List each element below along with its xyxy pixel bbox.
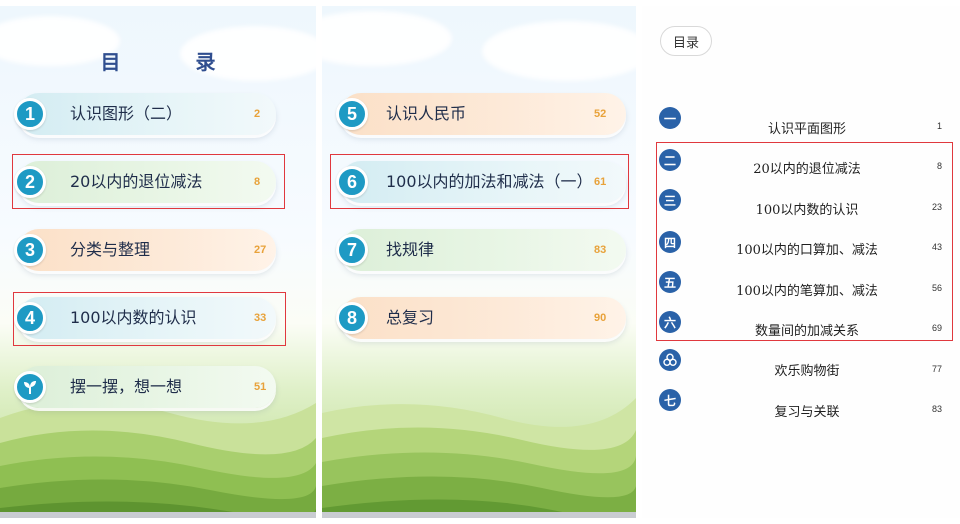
toc-entry-page: 83 xyxy=(594,244,607,256)
highlight-box xyxy=(12,154,285,209)
highlight-box xyxy=(330,154,629,209)
highlight-box xyxy=(656,142,953,341)
toc-entry-7[interactable]: 7 找规律 83 xyxy=(336,229,626,271)
cloud-decoration xyxy=(322,11,452,66)
toc-entry-5[interactable]: 5 认识人民币 52 xyxy=(336,93,626,135)
page-edge xyxy=(322,512,636,518)
toc-entry-page: 2 xyxy=(254,108,261,120)
chapter-number-badge: 7 xyxy=(336,234,368,266)
toc-entry-label: 认识图形（二） xyxy=(70,104,183,123)
toc-entry-label[interactable]: 欢乐购物街 xyxy=(682,360,932,379)
cloud-decoration xyxy=(482,21,636,81)
toc-entry-page: 52 xyxy=(594,108,607,120)
toc-entry-3[interactable]: 3 分类与整理 27 xyxy=(14,229,276,271)
toc-entry-page: 1 xyxy=(936,121,942,131)
toc-entry-label[interactable]: 复习与关联 xyxy=(682,401,932,420)
toc-entry-label: 摆一摆，想一想 xyxy=(70,377,183,396)
toc-page-left: 目 录 1 认识图形（二） 2 2 20以内的退位减法 8 3 分类与整理 27… xyxy=(0,6,316,518)
page-title: 目 录 xyxy=(100,50,250,74)
toc-entry-activity[interactable]: 摆一摆，想一想 51 xyxy=(14,366,276,408)
chapter-number-badge: 1 xyxy=(14,98,46,130)
toc-page-middle: 5 认识人民币 52 6 100以内的加法和减法（一） 61 7 找规律 83 … xyxy=(322,6,636,518)
toc-entry-label[interactable]: 认识平面图形 xyxy=(682,118,932,137)
highlight-box xyxy=(13,292,286,346)
toc-button[interactable]: 目录 xyxy=(660,26,712,56)
toc-entry-label: 找规律 xyxy=(386,240,435,259)
chapter-one-icon: 一 xyxy=(659,107,681,129)
chapter-seven-icon: 七 xyxy=(659,389,681,411)
chapter-number-badge: 8 xyxy=(336,302,368,334)
toc-entry-1[interactable]: 1 认识图形（二） 2 xyxy=(14,93,276,135)
toc-entry-page: 51 xyxy=(254,381,267,393)
toc-entry-label: 分类与整理 xyxy=(70,240,151,259)
trefoil-icon xyxy=(659,349,681,371)
toc-entry-page: 90 xyxy=(594,312,607,324)
toc-entry-page: 77 xyxy=(931,364,942,374)
toc-entry-8[interactable]: 8 总复习 90 xyxy=(336,297,626,339)
terraced-hills-illustration xyxy=(322,398,636,518)
toc-entry-page: 83 xyxy=(931,404,942,414)
toc-entry-label: 认识人民币 xyxy=(386,104,467,123)
chapter-number-badge: 3 xyxy=(14,234,46,266)
page-edge xyxy=(0,512,316,518)
toc-entry-page: 27 xyxy=(254,244,267,256)
sprout-icon xyxy=(14,371,46,403)
chapter-number-badge: 5 xyxy=(336,98,368,130)
toc-entry-label: 总复习 xyxy=(386,308,435,327)
